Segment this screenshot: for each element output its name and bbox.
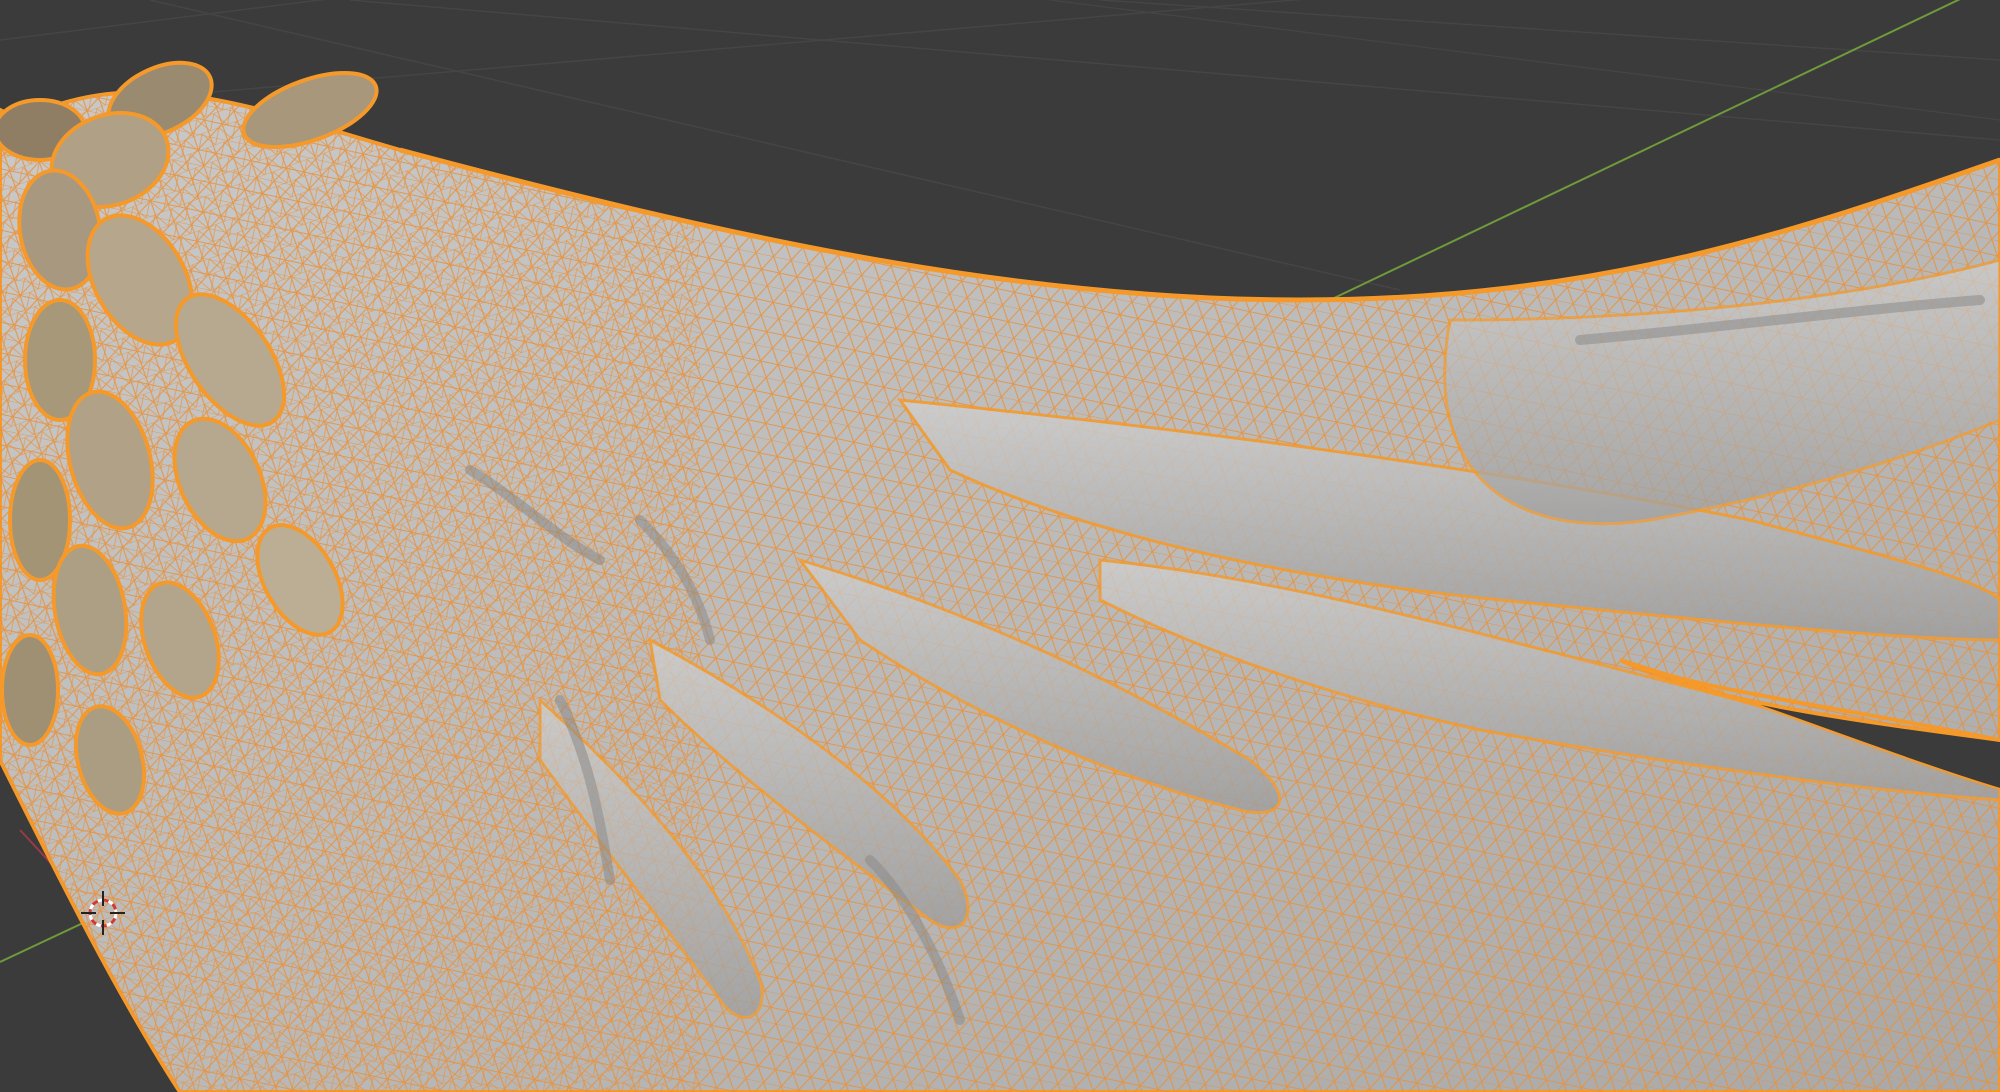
viewport-scene[interactable]	[0, 0, 2000, 1092]
3d-viewport[interactable]	[0, 0, 2000, 1092]
wing-mesh[interactable]	[0, 0, 2000, 1092]
